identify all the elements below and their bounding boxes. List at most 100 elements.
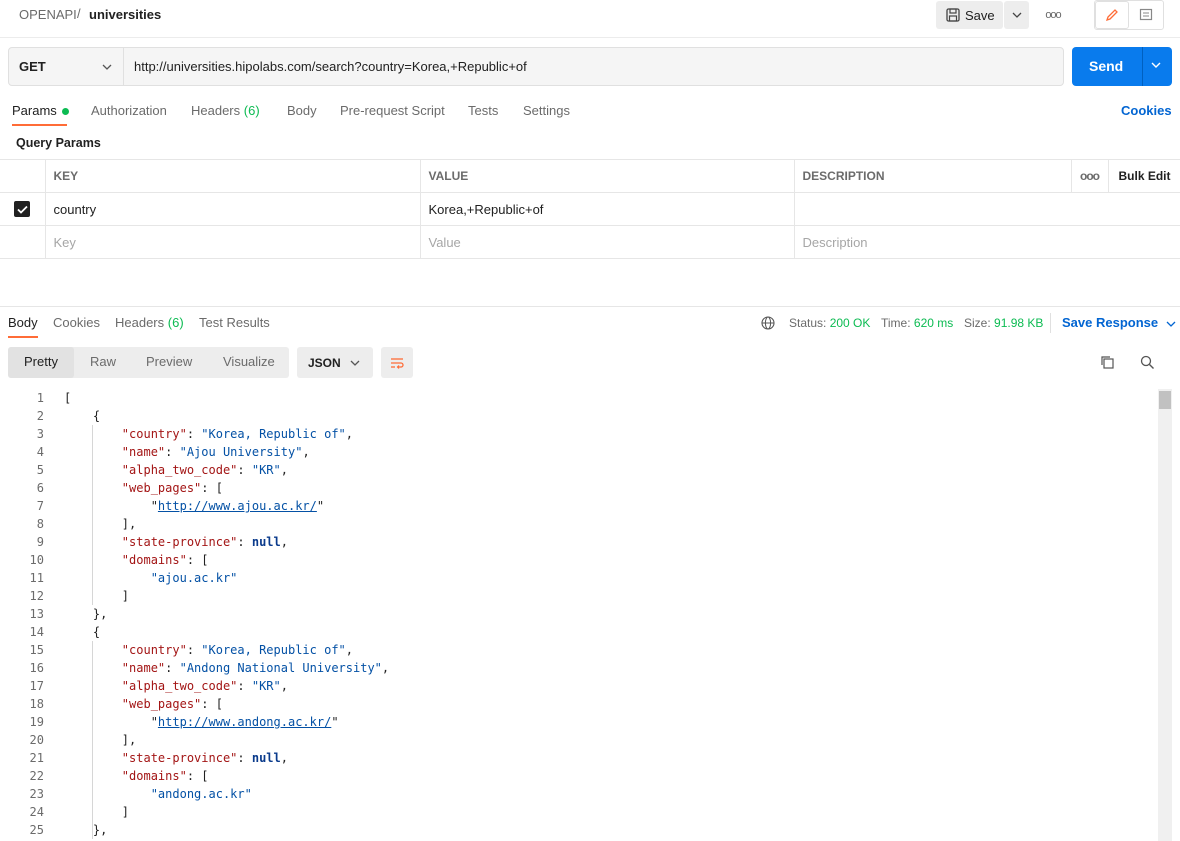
tab-response-cookies[interactable]: Cookies xyxy=(53,315,100,330)
status-badge[interactable]: 200 OK xyxy=(830,316,871,330)
param-value[interactable]: Korea,+Republic+of xyxy=(419,192,795,226)
params-table: KEY VALUE DESCRIPTION ooo Bulk Edit coun… xyxy=(0,159,1180,259)
line-number: 18 xyxy=(29,697,44,711)
tab-pre-request-script[interactable]: Pre-request Script xyxy=(340,103,445,118)
send-button[interactable]: Send xyxy=(1072,47,1172,86)
status-label: Status: xyxy=(789,316,827,330)
code-text: "domains": [ xyxy=(121,769,209,783)
code-line: 12 ] xyxy=(0,587,1158,605)
value-placeholder[interactable]: Value xyxy=(419,225,795,259)
save-dropdown-button[interactable] xyxy=(1004,1,1029,29)
breadcrumb-request[interactable]: universities xyxy=(89,7,161,22)
comment-icon xyxy=(1139,8,1153,21)
line-number: 13 xyxy=(29,607,44,621)
tab-label: Headers xyxy=(115,315,165,330)
line-number: 17 xyxy=(29,679,44,693)
top-bar: OPENAPI / universities Save ooo xyxy=(0,0,1180,38)
key-placeholder[interactable]: Key xyxy=(44,225,421,259)
chevron-down-icon[interactable] xyxy=(1150,59,1162,71)
view-mode-pretty[interactable]: Pretty xyxy=(24,354,58,369)
tab-body[interactable]: Body xyxy=(287,103,317,118)
code-line: 15 "country": "Korea, Republic of", xyxy=(0,641,1158,659)
format-select[interactable]: JSON xyxy=(297,347,373,378)
time-value[interactable]: 620 ms xyxy=(914,316,953,330)
size-label: Size: xyxy=(964,316,991,330)
param-key[interactable]: country xyxy=(44,192,421,226)
line-number: 5 xyxy=(36,463,44,477)
param-checkbox[interactable] xyxy=(14,201,30,217)
params-header-row: KEY VALUE DESCRIPTION ooo Bulk Edit xyxy=(0,159,1180,193)
view-mode-visualize[interactable]: Visualize xyxy=(223,354,275,369)
code-text: [ xyxy=(64,391,72,405)
save-response-button[interactable]: Save Response xyxy=(1062,315,1176,330)
tab-response-body[interactable]: Body xyxy=(8,315,38,330)
code-text: "country": "Korea, Republic of", xyxy=(121,643,354,657)
line-number: 14 xyxy=(29,625,44,639)
tab-response-headers[interactable]: Headers (6) xyxy=(115,315,184,330)
code-line: 1[ xyxy=(0,389,1158,407)
more-options-button[interactable]: ooo xyxy=(1040,7,1066,23)
pane-divider[interactable] xyxy=(0,306,1180,307)
save-icon xyxy=(946,8,960,22)
send-label: Send xyxy=(1089,58,1124,74)
code-text: }, xyxy=(64,823,108,837)
size-value[interactable]: 91.98 KB xyxy=(994,316,1043,330)
mode-switch xyxy=(1094,0,1164,30)
tab-params[interactable]: Params xyxy=(12,103,70,118)
code-text: "web_pages": [ xyxy=(121,481,223,495)
param-description[interactable] xyxy=(793,192,1180,226)
tab-headers[interactable]: Headers (6) xyxy=(191,103,260,118)
code-text: "country": "Korea, Republic of", xyxy=(121,427,354,441)
line-number: 16 xyxy=(29,661,44,675)
comments-mode-button[interactable] xyxy=(1129,1,1163,29)
url-input[interactable]: http://universities.hipolabs.com/search?… xyxy=(134,59,527,74)
bulk-edit-button[interactable]: Bulk Edit xyxy=(1107,159,1180,193)
edit-mode-button[interactable] xyxy=(1095,1,1129,29)
description-placeholder[interactable]: Description xyxy=(793,225,1180,259)
cookies-link[interactable]: Cookies xyxy=(1121,103,1172,118)
search-icon[interactable] xyxy=(1140,355,1155,370)
more-options-button[interactable]: ooo xyxy=(1070,159,1109,193)
view-mode-raw[interactable]: Raw xyxy=(90,354,116,369)
empty-checkbox-cell xyxy=(0,225,46,259)
check-icon xyxy=(16,205,28,214)
code-text: "ajou.ac.kr" xyxy=(150,571,238,585)
code-line: 25 }, xyxy=(0,821,1158,839)
chevron-down-icon xyxy=(1012,12,1021,18)
code-text: }, xyxy=(64,607,108,621)
breadcrumb-collection[interactable]: OPENAPI xyxy=(19,7,77,22)
globe-icon[interactable] xyxy=(761,316,775,330)
code-line: 24 ] xyxy=(0,803,1158,821)
chevron-down-icon xyxy=(350,360,360,366)
headers-count: (6) xyxy=(243,103,260,118)
scrollbar-thumb[interactable] xyxy=(1159,391,1171,409)
chevron-down-icon xyxy=(1166,321,1176,327)
params-active-dot xyxy=(62,108,70,116)
more-icon: ooo xyxy=(1045,9,1061,21)
indent-guide xyxy=(91,641,93,839)
tab-settings[interactable]: Settings xyxy=(523,103,570,118)
code-text: "alpha_two_code": "KR", xyxy=(121,463,288,477)
method-select[interactable]: GET xyxy=(8,47,124,86)
code-line: 5 "alpha_two_code": "KR", xyxy=(0,461,1158,479)
save-button[interactable]: Save xyxy=(936,1,1003,29)
scrollbar[interactable] xyxy=(1158,389,1172,841)
wrap-lines-button[interactable] xyxy=(381,347,413,378)
tab-test-results[interactable]: Test Results xyxy=(199,315,270,330)
line-number: 7 xyxy=(36,499,44,513)
tab-authorization[interactable]: Authorization xyxy=(91,103,167,118)
tab-tests[interactable]: Tests xyxy=(468,103,498,118)
code-line: 20 ], xyxy=(0,731,1158,749)
code-line: 14 { xyxy=(0,623,1158,641)
code-text: "name": "Ajou University", xyxy=(121,445,310,459)
view-mode-selector: Pretty Raw Preview Visualize xyxy=(8,347,289,378)
code-line: 9 "state-province": null, xyxy=(0,533,1158,551)
line-number: 1 xyxy=(36,391,44,405)
view-mode-preview[interactable]: Preview xyxy=(146,354,192,369)
copy-icon[interactable] xyxy=(1100,355,1115,370)
response-body-editor[interactable]: 1[2 {3 "country": "Korea, Republic of", 4… xyxy=(0,389,1158,839)
table-row: country Korea,+Republic+of xyxy=(0,192,1180,226)
line-number: 6 xyxy=(36,481,44,495)
time-readout: Time: 620 ms xyxy=(881,316,953,330)
line-number: 20 xyxy=(29,733,44,747)
